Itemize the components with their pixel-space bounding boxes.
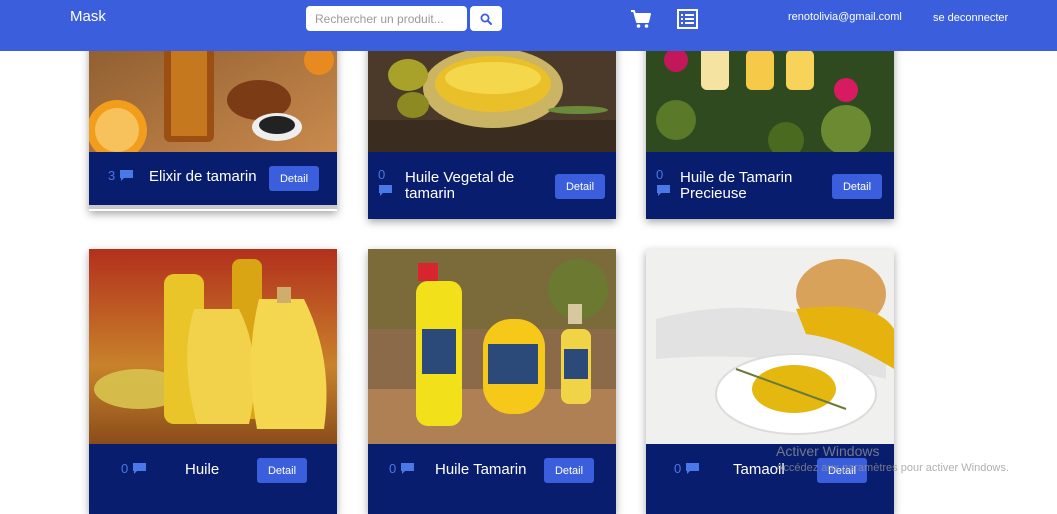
comment-count: 0 — [389, 461, 415, 476]
comment-count: 3 — [108, 168, 134, 183]
detail-button[interactable]: Detail — [544, 458, 594, 483]
product-name[interactable]: Elixir de tamarin — [149, 169, 269, 185]
product-footer: 3 Elixir de tamarin Detail — [89, 152, 337, 205]
activation-watermark-title: Activer Windows — [776, 443, 880, 459]
product-card: 0 Huile Detail — [89, 249, 337, 514]
comment-icon — [120, 170, 134, 181]
product-footer: 0 Huile Vegetal de tamarin Detail — [368, 152, 616, 219]
comment-count: 0 — [378, 167, 393, 197]
product-footer: 0 Huile de Tamarin Precieuse Detail — [646, 152, 894, 219]
list-icon[interactable] — [677, 9, 699, 29]
product-footer: 0 Huile Detail — [89, 444, 337, 514]
detail-button[interactable]: Detail — [555, 174, 605, 199]
product-name[interactable]: Huile — [185, 462, 245, 478]
user-email: renotolivia@gmail.coml — [788, 11, 902, 23]
comment-icon — [379, 185, 392, 196]
comment-count-value: 0 — [121, 461, 129, 476]
product-image[interactable] — [89, 249, 337, 444]
activation-watermark-subtitle: Accédez aux paramètres pour activer Wind… — [776, 462, 1009, 474]
search-input[interactable] — [306, 6, 467, 31]
comment-icon — [686, 463, 700, 474]
product-name[interactable]: Huile Tamarin — [435, 462, 545, 478]
detail-button[interactable]: Detail — [269, 166, 319, 191]
card-bottom-border — [89, 205, 337, 209]
comment-count-value: 0 — [389, 461, 397, 476]
comment-icon — [657, 185, 670, 196]
product-image[interactable] — [368, 249, 616, 444]
comment-icon — [401, 463, 415, 474]
comment-count-value: 0 — [674, 461, 682, 476]
brand-logo[interactable]: Mask — [70, 8, 106, 25]
detail-button[interactable]: Detail — [257, 458, 307, 483]
comment-count-value: 0 — [656, 167, 664, 182]
comment-count-value: 3 — [108, 168, 116, 183]
logout-link[interactable]: se deconnecter — [933, 11, 1013, 26]
search-icon — [480, 13, 492, 25]
comment-count: 0 — [121, 461, 147, 476]
detail-button[interactable]: Detail — [832, 174, 882, 199]
comment-count: 0 — [656, 167, 671, 197]
product-name[interactable]: Huile de Tamarin Precieuse — [680, 170, 820, 202]
top-navbar: Mask renotolivia@gmail.coml se deconnect… — [0, 0, 1057, 51]
product-image[interactable] — [646, 249, 894, 444]
product-card: 0 Huile Tamarin Detail — [368, 249, 616, 514]
product-card: 0 Tamaoil Detail — [646, 249, 894, 514]
comment-count-value: 0 — [378, 167, 386, 182]
comment-count: 0 — [674, 461, 700, 476]
product-name[interactable]: Huile Vegetal de tamarin — [405, 170, 545, 202]
comment-icon — [133, 463, 147, 474]
cart-icon[interactable] — [630, 9, 652, 29]
product-footer: 0 Huile Tamarin Detail — [368, 444, 616, 514]
search-button[interactable] — [470, 6, 502, 31]
